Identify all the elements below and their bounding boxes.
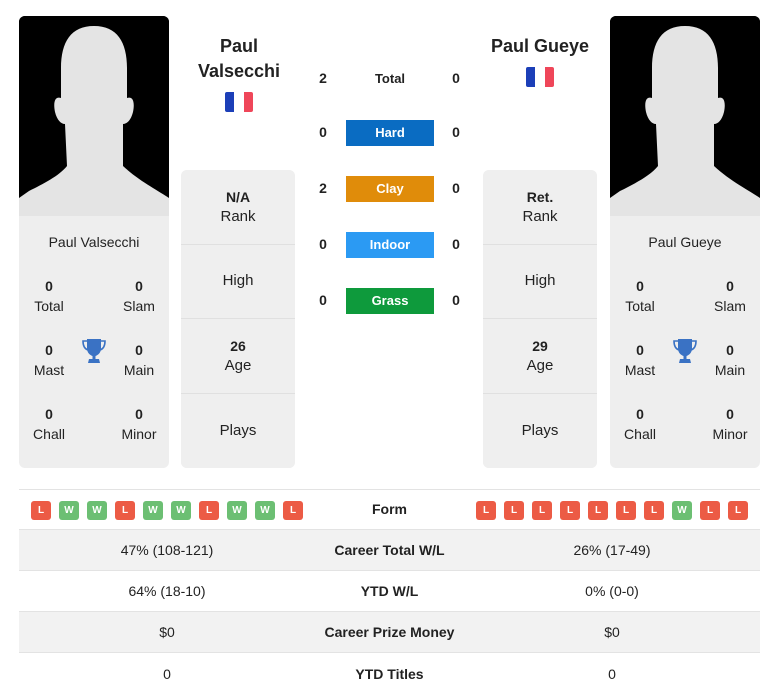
surface-badge-hard[interactable]: Hard	[346, 120, 434, 146]
titles-slam: 0 Slam	[123, 278, 155, 314]
titles-main: 0 Main	[123, 342, 155, 378]
form-win-badge[interactable]: W	[87, 501, 107, 520]
form-loss-badge[interactable]: L	[504, 501, 524, 520]
titles-chall: 0 Chall	[33, 406, 65, 442]
player-info-left: N/A Rank High 26 Age Plays	[181, 170, 295, 468]
form-loss-badge[interactable]: L	[728, 501, 748, 520]
stat-row-career-total: 47% (108-121) Career Total W/L 26% (17-4…	[19, 530, 760, 571]
plays-cell: Plays	[181, 393, 295, 468]
titles-total: 0 Total	[34, 278, 64, 314]
h2h-total-row: 2 Total 0	[305, 66, 475, 92]
surface-row-hard: 0 Hard 0	[305, 120, 475, 146]
stat-row-prize-money: $0 Career Prize Money $0	[19, 612, 760, 653]
stats-table: 47% (108-121) Career Total W/L 26% (17-4…	[19, 530, 760, 694]
silhouette-icon	[19, 16, 169, 216]
surface-row-clay: 2 Clay 0	[305, 176, 475, 202]
form-win-badge[interactable]: W	[143, 501, 163, 520]
player-header-right: Paul Gueye	[485, 34, 595, 92]
high-cell: High	[181, 244, 295, 319]
h2h-total-left: 2	[319, 70, 327, 86]
form-badges-left: LWWLWWLWWL	[31, 501, 303, 520]
surface-row-indoor: 0 Indoor 0	[305, 232, 475, 258]
form-loss-badge[interactable]: L	[532, 501, 552, 520]
player-card-right: Paul Gueye 0 Total 0 Slam 0 Mast 0 Main 0 Cha…	[610, 16, 760, 468]
form-badges-right: LLLLLLLWLL	[476, 501, 748, 520]
form-win-badge[interactable]: W	[255, 501, 275, 520]
titles-grid: 0 Total 0 Slam 0 Mast 0 Main 0 Chall 0 Minor	[19, 276, 169, 468]
player-card-name: Paul Valsecchi	[48, 234, 140, 250]
titles-mast: 0 Mast	[33, 342, 65, 378]
player-header-left: Paul Valsecchi	[184, 34, 294, 117]
titles-minor: 0 Minor	[121, 406, 157, 442]
form-loss-badge[interactable]: L	[199, 501, 219, 520]
player-photo-left	[19, 16, 169, 216]
surface-badge-clay[interactable]: Clay	[346, 176, 434, 202]
form-win-badge[interactable]: W	[227, 501, 247, 520]
rank-cell: Ret. Rank	[483, 170, 597, 245]
trophy-icon	[82, 339, 106, 363]
form-loss-badge[interactable]: L	[476, 501, 496, 520]
titles-mast: 0 Mast	[624, 342, 656, 378]
form-win-badge[interactable]: W	[672, 501, 692, 520]
player-info-right: Ret. Rank High 29 Age Plays	[483, 170, 597, 468]
form-loss-badge[interactable]: L	[560, 501, 580, 520]
form-win-badge[interactable]: W	[171, 501, 191, 520]
h2h-total-right: 0	[452, 70, 460, 86]
stat-row-ytd-titles: 0 YTD Titles 0	[163, 665, 616, 682]
age-cell: 29 Age	[483, 319, 597, 394]
form-win-badge[interactable]: W	[59, 501, 79, 520]
surface-row-grass: 0 Grass 0	[305, 288, 475, 314]
rank-cell: N/A Rank	[181, 170, 295, 245]
form-loss-badge[interactable]: L	[616, 501, 636, 520]
form-loss-badge[interactable]: L	[700, 501, 720, 520]
titles-grid: 0 Total 0 Slam 0 Mast 0 Main 0 Chall 0 Minor	[610, 276, 760, 468]
form-row: LWWLWWLWWL Form LLLLLLLWLL	[19, 489, 760, 530]
form-loss-badge[interactable]: L	[588, 501, 608, 520]
titles-slam: 0 Slam	[714, 278, 746, 314]
plays-cell: Plays	[483, 393, 597, 468]
h2h-total-label: Total	[374, 71, 406, 86]
france-flag-icon	[225, 92, 253, 112]
titles-total: 0 Total	[625, 278, 655, 314]
titles-main: 0 Main	[714, 342, 746, 378]
age-cell: 26 Age	[181, 319, 295, 394]
titles-minor: 0 Minor	[712, 406, 748, 442]
high-cell: High	[483, 244, 597, 319]
titles-chall: 0 Chall	[624, 406, 656, 442]
player-card-left: Paul Valsecchi 0 Total 0 Slam 0 Mast 0 Main …	[19, 16, 169, 468]
form-loss-badge[interactable]: L	[283, 501, 303, 520]
surface-badge-indoor[interactable]: Indoor	[346, 232, 434, 258]
trophy-icon	[673, 339, 697, 363]
player-name-left[interactable]: Paul Valsecchi	[184, 34, 294, 84]
player-card-name: Paul Gueye	[648, 234, 722, 250]
form-loss-badge[interactable]: L	[644, 501, 664, 520]
player-name-right[interactable]: Paul Gueye	[485, 34, 595, 59]
france-flag-icon	[526, 67, 554, 87]
silhouette-icon	[610, 16, 760, 216]
stat-row-ytd-wl: 64% (18-10) YTD W/L 0% (0-0)	[19, 571, 760, 612]
surface-badge-grass[interactable]: Grass	[346, 288, 434, 314]
form-loss-badge[interactable]: L	[115, 501, 135, 520]
form-loss-badge[interactable]: L	[31, 501, 51, 520]
player-photo-right	[610, 16, 760, 216]
form-label: Form	[372, 501, 407, 517]
